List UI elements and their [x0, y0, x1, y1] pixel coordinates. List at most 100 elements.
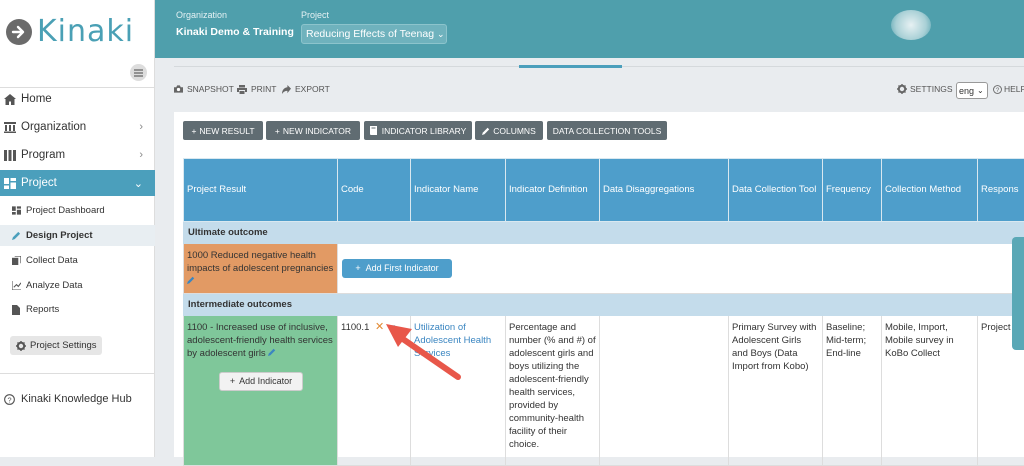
plus-icon: +: [230, 375, 235, 388]
result-text: 1100 - Increased use of inclusive, adole…: [187, 322, 333, 359]
sub-item-label: Reports: [26, 304, 59, 315]
copy-icon: [12, 256, 22, 266]
plus-icon: +: [191, 126, 196, 136]
new-result-button[interactable]: +NEW RESULT: [183, 121, 263, 140]
snapshot-label: SNAPSHOT: [187, 84, 234, 94]
menu-icon[interactable]: [130, 64, 147, 81]
sub-item-analyze-data[interactable]: Analyze Data: [0, 277, 155, 294]
empty-indicator-cell: + Add First Indicator: [338, 244, 1024, 294]
nav-item-project[interactable]: Project ⌄: [0, 170, 155, 196]
nav-item-home[interactable]: Home: [0, 90, 155, 108]
sub-item-label: Design Project: [26, 230, 93, 241]
nav-item-program[interactable]: Program ›: [0, 146, 155, 164]
table-row: 1100 - Increased use of inclusive, adole…: [184, 316, 1024, 466]
export-label: EXPORT: [295, 84, 330, 94]
plus-icon: +: [355, 262, 360, 275]
data-collection-tools-button[interactable]: DATA COLLECTION TOOLS: [547, 121, 667, 140]
indicator-library-button[interactable]: INDICATOR LIBRARY: [364, 121, 472, 140]
avatar[interactable]: [891, 10, 931, 40]
chevron-down-icon: ⌄: [437, 29, 445, 40]
pencil-icon[interactable]: [187, 275, 195, 288]
indicator-library-label: INDICATOR LIBRARY: [382, 126, 467, 136]
col-header-responsible[interactable]: Respons: [978, 159, 1024, 222]
sub-item-design-project[interactable]: Design Project: [0, 225, 155, 246]
chevron-right-icon: ›: [139, 149, 143, 161]
columns-button[interactable]: COLUMNS: [475, 121, 543, 140]
arrow-right-icon: [6, 19, 32, 45]
new-indicator-button[interactable]: +NEW INDICATOR: [266, 121, 360, 140]
plus-icon: +: [275, 126, 280, 136]
language-value: eng: [959, 86, 974, 96]
project-settings-button[interactable]: Project Settings: [10, 336, 102, 355]
sub-item-project-dashboard[interactable]: Project Dashboard: [0, 202, 155, 219]
table-row: 1000 Reduced negative health impacts of …: [184, 244, 1024, 294]
chevron-down-icon: ⌄: [977, 86, 984, 95]
frequency-cell: Baseline; Mid-term; End-line: [823, 316, 882, 466]
col-header-indicator-definition[interactable]: Indicator Definition: [506, 159, 600, 222]
col-header-code[interactable]: Code: [338, 159, 411, 222]
columns-icon: [4, 149, 16, 161]
project-select-value: Reducing Effects of Teenag: [306, 28, 434, 40]
col-header-frequency[interactable]: Frequency: [823, 159, 882, 222]
project-select[interactable]: Reducing Effects of Teenag ⌄: [301, 24, 447, 44]
help-circle-icon: ?: [993, 85, 1002, 94]
pencil-icon: [482, 127, 490, 135]
add-indicator-button[interactable]: + Add Indicator: [219, 372, 303, 391]
project-settings-label: Project Settings: [30, 340, 97, 351]
dashboard-icon: [4, 177, 16, 189]
snapshot-button[interactable]: SNAPSHOT: [174, 84, 234, 94]
col-header-collection-method[interactable]: Collection Method: [882, 159, 978, 222]
col-header-data-disaggregations[interactable]: Data Disaggregations: [600, 159, 729, 222]
language-select[interactable]: eng ⌄: [956, 82, 988, 99]
new-indicator-label: NEW INDICATOR: [283, 126, 351, 136]
sub-item-label: Collect Data: [26, 255, 78, 266]
active-tab-indicator: [519, 65, 622, 68]
result-cell[interactable]: 1100 - Increased use of inclusive, adole…: [184, 316, 338, 466]
camera-icon: [174, 85, 183, 93]
settings-button[interactable]: SETTINGS: [897, 84, 953, 94]
collection-method-cell: Mobile, Import, Mobile survey in KoBo Co…: [882, 316, 978, 466]
columns-label: COLUMNS: [493, 126, 536, 136]
pencil-icon[interactable]: [268, 347, 276, 360]
new-result-label: NEW RESULT: [199, 126, 254, 136]
print-label: PRINT: [251, 84, 277, 94]
nav-label: Home: [21, 93, 52, 105]
chevron-down-icon: ⌄: [134, 177, 143, 190]
organization-label: Organization: [176, 10, 227, 20]
logo[interactable]: Kinaki: [6, 14, 134, 49]
sub-item-collect-data[interactable]: Collect Data: [0, 252, 155, 269]
knowledge-hub-link[interactable]: ? Kinaki Knowledge Hub: [0, 391, 155, 407]
col-header-data-collection-tool[interactable]: Data Collection Tool: [729, 159, 823, 222]
add-first-indicator-button[interactable]: + Add First Indicator: [342, 259, 452, 278]
nav-label: Project: [21, 177, 57, 189]
indicator-definition-cell: Percentage and number (% and #) of adole…: [506, 316, 600, 466]
table-header-row: Project Result Code Indicator Name Indic…: [184, 159, 1024, 222]
knowledge-hub-label: Kinaki Knowledge Hub: [21, 393, 132, 405]
col-header-indicator-name[interactable]: Indicator Name: [411, 159, 506, 222]
project-label: Project: [301, 10, 329, 20]
organization-value: Kinaki Demo & Training: [176, 26, 294, 38]
settings-label: SETTINGS: [910, 84, 953, 94]
export-button[interactable]: EXPORT: [282, 84, 330, 94]
print-button[interactable]: PRINT: [237, 84, 277, 94]
group-row: Ultimate outcome: [184, 222, 1024, 244]
group-label: Intermediate outcomes: [184, 294, 1024, 316]
add-first-indicator-label: Add First Indicator: [366, 262, 439, 275]
nav-item-organization[interactable]: Organization ›: [0, 118, 155, 136]
help-circle-icon: ?: [4, 393, 16, 405]
chevron-right-icon: ›: [139, 121, 143, 133]
share-icon: [282, 85, 291, 94]
help-button[interactable]: ? HELP: [993, 84, 1024, 94]
indicator-code: 1100.1: [341, 322, 369, 333]
result-text: 1000 Reduced negative health impacts of …: [187, 250, 333, 274]
group-row: Intermediate outcomes: [184, 294, 1024, 316]
top-header: Organization Kinaki Demo & Training Proj…: [155, 0, 1024, 58]
group-label: Ultimate outcome: [184, 222, 1024, 244]
side-panel-handle[interactable]: [1012, 237, 1024, 350]
result-cell[interactable]: 1000 Reduced negative health impacts of …: [184, 244, 338, 294]
add-indicator-label: Add Indicator: [239, 375, 292, 388]
col-header-project-result[interactable]: Project Result: [184, 159, 338, 222]
indicators-table: Project Result Code Indicator Name Indic…: [183, 158, 1024, 466]
sub-item-reports[interactable]: Reports: [0, 301, 155, 318]
nav-label: Organization: [21, 121, 86, 133]
